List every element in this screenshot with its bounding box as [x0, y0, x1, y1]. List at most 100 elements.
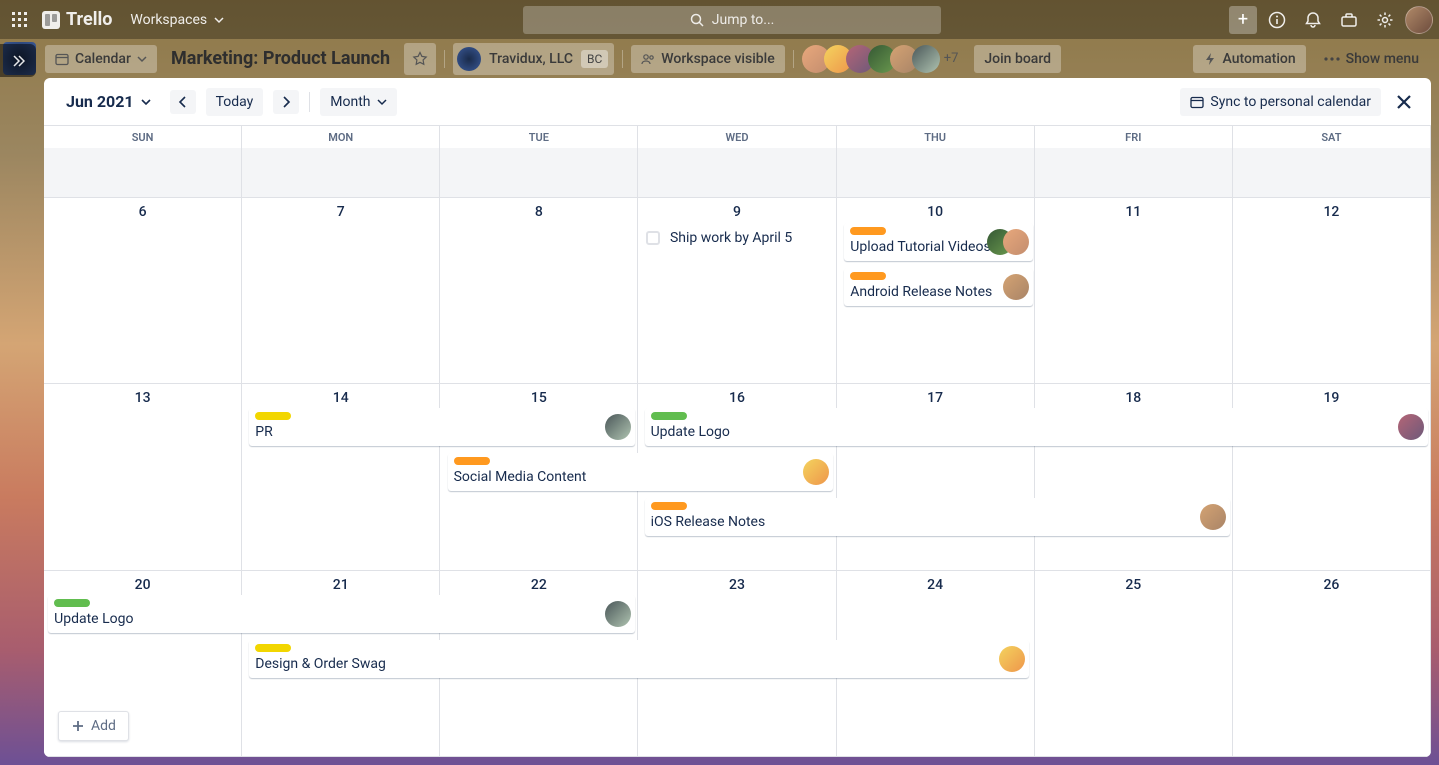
- calendar-cell[interactable]: 11: [1035, 198, 1233, 384]
- day-header: THU: [837, 126, 1035, 148]
- logo-text: Trello: [66, 9, 112, 30]
- search-input[interactable]: Jump to...: [523, 6, 941, 34]
- calendar-cell[interactable]: 6: [44, 198, 242, 384]
- calendar-grid: 6 7 8 9 10 11 12 13 14 15 16 17 18 19 20…: [44, 148, 1431, 757]
- calendar-cell[interactable]: [837, 148, 1035, 198]
- visibility-button[interactable]: Workspace visible: [631, 45, 784, 73]
- plus-icon: [71, 719, 85, 733]
- chevron-down-icon: [140, 96, 152, 108]
- people-icon: [641, 52, 655, 66]
- calendar-cell[interactable]: 7: [242, 198, 440, 384]
- view-switcher[interactable]: Calendar: [45, 45, 157, 73]
- star-icon: [412, 51, 428, 67]
- calendar-cell[interactable]: 12: [1233, 198, 1431, 384]
- current-month-dropdown[interactable]: Jun 2021: [58, 88, 160, 115]
- label-green: [54, 599, 90, 607]
- calendar-icon: [1190, 95, 1204, 109]
- card-member-avatar: [1398, 414, 1424, 440]
- info-button[interactable]: [1261, 4, 1293, 36]
- calendar-cell[interactable]: [440, 148, 638, 198]
- label-green: [651, 412, 687, 420]
- dots-icon: [1324, 57, 1340, 61]
- calendar-cell[interactable]: 8: [440, 198, 638, 384]
- briefcase-icon: [1340, 11, 1358, 29]
- expand-sidebar-button[interactable]: [0, 44, 36, 77]
- card-member-avatar: [605, 414, 631, 440]
- card-pr[interactable]: PR: [249, 408, 635, 446]
- calendar-cell[interactable]: [1035, 148, 1233, 198]
- chevron-down-icon: [137, 54, 147, 64]
- label-yellow: [255, 412, 291, 420]
- day-header: TUE: [440, 126, 638, 148]
- show-menu-button[interactable]: Show menu: [1314, 45, 1429, 73]
- star-button[interactable]: [404, 43, 436, 75]
- trello-logo-icon: [42, 11, 60, 29]
- card-member-avatar: [803, 459, 829, 485]
- chevron-down-icon: [213, 14, 225, 26]
- card-design-swag[interactable]: Design & Order Swag: [249, 640, 1028, 678]
- view-range-dropdown[interactable]: Month: [320, 88, 396, 116]
- card-members: [987, 229, 1029, 255]
- bolt-icon: [1203, 52, 1217, 66]
- bell-icon: [1304, 11, 1322, 29]
- calendar-cell[interactable]: 9: [638, 198, 836, 384]
- label-orange: [850, 272, 886, 280]
- card-android-notes[interactable]: Android Release Notes: [844, 268, 1033, 306]
- prev-month-button[interactable]: [170, 90, 196, 114]
- search-icon: [690, 13, 704, 27]
- calendar-cell[interactable]: 26: [1233, 571, 1431, 757]
- chevron-down-icon: [377, 97, 387, 107]
- close-calendar-button[interactable]: [1391, 89, 1417, 115]
- member-avatar[interactable]: [912, 45, 940, 73]
- day-header: SAT: [1233, 126, 1431, 148]
- calendar-cell[interactable]: 25: [1035, 571, 1233, 757]
- add-card-button[interactable]: Add: [58, 711, 129, 741]
- card-upload-tutorial[interactable]: Upload Tutorial Videos: [844, 223, 1033, 261]
- apps-button[interactable]: [6, 6, 34, 34]
- workspace-icon: [457, 47, 481, 71]
- card-social-media[interactable]: Social Media Content: [448, 453, 834, 491]
- next-month-button[interactable]: [273, 90, 299, 114]
- card-ios-notes[interactable]: iOS Release Notes: [645, 498, 1230, 536]
- workspaces-dropdown[interactable]: Workspaces: [120, 8, 235, 32]
- day-headers: SUN MON TUE WED THU FRI SAT: [44, 126, 1431, 148]
- day-header: SUN: [44, 126, 242, 148]
- user-avatar[interactable]: [1405, 6, 1433, 34]
- plan-badge: BC: [581, 50, 608, 68]
- create-button[interactable]: +: [1229, 6, 1257, 34]
- card-member-avatar: [605, 601, 631, 627]
- chevron-left-icon: [178, 96, 188, 108]
- card-update-logo[interactable]: Update Logo: [645, 408, 1429, 446]
- sync-calendar-button[interactable]: Sync to personal calendar: [1180, 88, 1381, 116]
- close-icon: [1395, 93, 1413, 111]
- calendar-cell[interactable]: [1233, 148, 1431, 198]
- join-board-button[interactable]: Join board: [974, 45, 1061, 73]
- calendar-cell[interactable]: [44, 148, 242, 198]
- label-orange: [850, 227, 886, 235]
- calendar-cell[interactable]: [242, 148, 440, 198]
- today-button[interactable]: Today: [206, 88, 264, 116]
- trello-logo[interactable]: Trello: [42, 9, 112, 30]
- gear-icon: [1376, 11, 1394, 29]
- workspace-button[interactable]: Travidux, LLC BC: [453, 43, 614, 75]
- top-navbar: Trello Workspaces Jump to... +: [0, 0, 1439, 39]
- day-header: MON: [242, 126, 440, 148]
- label-yellow: [255, 644, 291, 652]
- info-icon: [1268, 11, 1286, 29]
- label-orange: [454, 457, 490, 465]
- calendar-cell[interactable]: [638, 148, 836, 198]
- settings-button[interactable]: [1369, 4, 1401, 36]
- briefcase-button[interactable]: [1333, 4, 1365, 36]
- day-header: FRI: [1035, 126, 1233, 148]
- board-title[interactable]: Marketing: Product Launch: [165, 48, 396, 69]
- card-update-logo-2[interactable]: Update Logo: [48, 595, 635, 633]
- calendar-icon: [55, 52, 69, 66]
- card-member-avatar: [1200, 504, 1226, 530]
- board-members[interactable]: +7: [802, 45, 959, 73]
- card-member-avatar: [999, 646, 1025, 672]
- notifications-button[interactable]: [1297, 4, 1329, 36]
- member-overflow[interactable]: +7: [940, 51, 959, 66]
- calendar-cell[interactable]: 13: [44, 384, 242, 570]
- automation-button[interactable]: Automation: [1193, 45, 1306, 73]
- label-orange: [651, 502, 687, 510]
